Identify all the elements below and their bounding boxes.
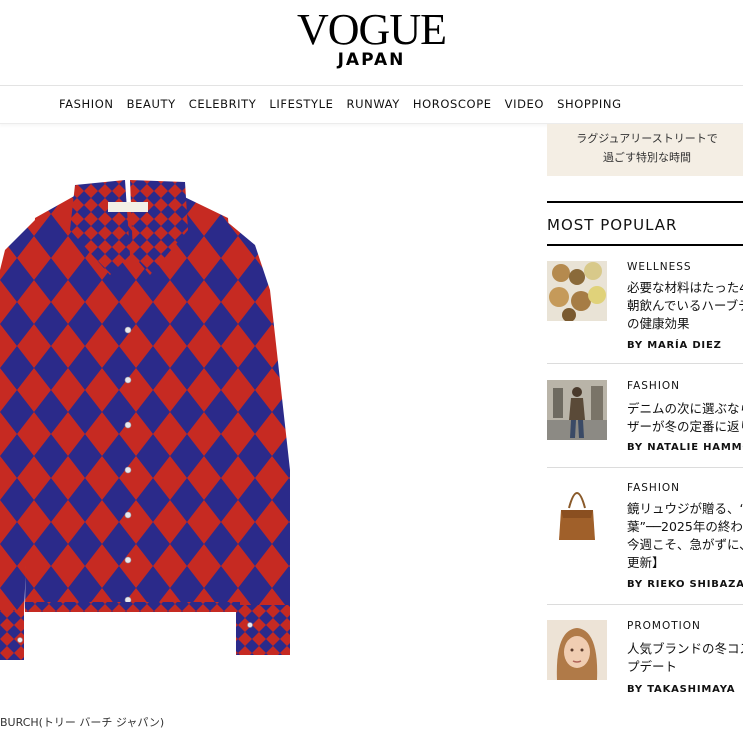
article-headline-line[interactable]: デニムの次に選ぶなら xyxy=(627,400,743,418)
article-separator xyxy=(547,363,743,364)
street-style-thumbnail xyxy=(547,380,607,440)
article-headline-line[interactable]: 必要な材料はたった4 xyxy=(627,279,743,297)
article-headline-line[interactable]: 人気ブランドの冬コス xyxy=(627,640,743,658)
article-category: FASHION xyxy=(627,482,681,494)
article-thumbnail[interactable] xyxy=(547,261,607,321)
article-byline: BY MARÍA DIEZ xyxy=(627,340,722,351)
article-thumbnail[interactable] xyxy=(547,620,607,680)
most-popular-top-rule xyxy=(547,201,743,203)
nav-item-beauty[interactable]: BEAUTY xyxy=(127,97,176,111)
article-category: WELLNESS xyxy=(627,261,692,273)
nav-item-shopping[interactable]: SHOPPING xyxy=(557,97,622,111)
nav-item-lifestyle[interactable]: LIFESTYLE xyxy=(269,97,333,111)
article-headline-line[interactable]: 更新】 xyxy=(627,554,665,572)
article-thumbnail[interactable] xyxy=(547,380,607,440)
portrait-thumbnail xyxy=(547,620,607,680)
article-headline-line[interactable]: 朝飲んでいるハーブテ xyxy=(627,297,743,315)
article-category: PROMOTION xyxy=(627,620,701,632)
nav-item-video[interactable]: VIDEO xyxy=(505,97,544,111)
herbal-tea-thumbnail xyxy=(547,261,607,321)
article-byline: BY TAKASHIMAYA xyxy=(627,684,736,695)
logo-subtitle: JAPAN xyxy=(337,50,406,70)
promo-line-1: ラグジュアリーストリートで xyxy=(576,132,718,145)
article-headline-line[interactable]: ザーが冬の定番に返り xyxy=(627,418,743,436)
handbag-thumbnail xyxy=(547,482,607,542)
nav-item-horoscope[interactable]: HOROSCOPE xyxy=(413,97,492,111)
promo-line-2: 過ごす特別な時間 xyxy=(602,151,692,164)
article-category: FASHION xyxy=(627,380,681,392)
image-credit: BURCH(トリー バーチ ジャパン) xyxy=(0,716,165,729)
most-popular-title: MOST POPULAR xyxy=(547,216,678,234)
article-separator xyxy=(547,604,743,605)
vogue-logo[interactable]: VOGUE xyxy=(0,6,743,54)
nav-item-fashion[interactable]: FASHION xyxy=(59,97,114,111)
article-headline-line[interactable]: 鏡リュウジが贈る、“福 xyxy=(627,500,743,518)
article-headline-line[interactable]: 今週こそ、急がずに、焦 xyxy=(627,536,743,554)
nav-item-celebrity[interactable]: CELEBRITY xyxy=(189,97,257,111)
article-headline-line[interactable]: の健康効果 xyxy=(627,315,690,333)
most-popular-bottom-rule xyxy=(547,244,743,246)
main-nav: FASHION BEAUTY CELEBRITY LIFESTYLE RUNWA… xyxy=(0,86,743,124)
article-separator xyxy=(547,467,743,468)
article-byline: BY RIEKO SHIBAZAK xyxy=(627,579,743,590)
promo-banner[interactable]: ラグジュアリーストリートで 過ごす特別な時間 xyxy=(547,124,743,176)
nav-item-runway[interactable]: RUNWAY xyxy=(347,97,400,111)
article-headline-line[interactable]: 葉”──2025年の終わ xyxy=(627,518,743,536)
article-byline: BY NATALIE HAMMO xyxy=(627,442,743,453)
article-headline-line[interactable]: プデート xyxy=(627,658,677,676)
argyle-shirt-illustration xyxy=(0,180,290,660)
product-image[interactable] xyxy=(0,170,300,670)
site-header: VOGUE JAPAN xyxy=(0,0,743,86)
article-thumbnail[interactable] xyxy=(547,482,607,542)
